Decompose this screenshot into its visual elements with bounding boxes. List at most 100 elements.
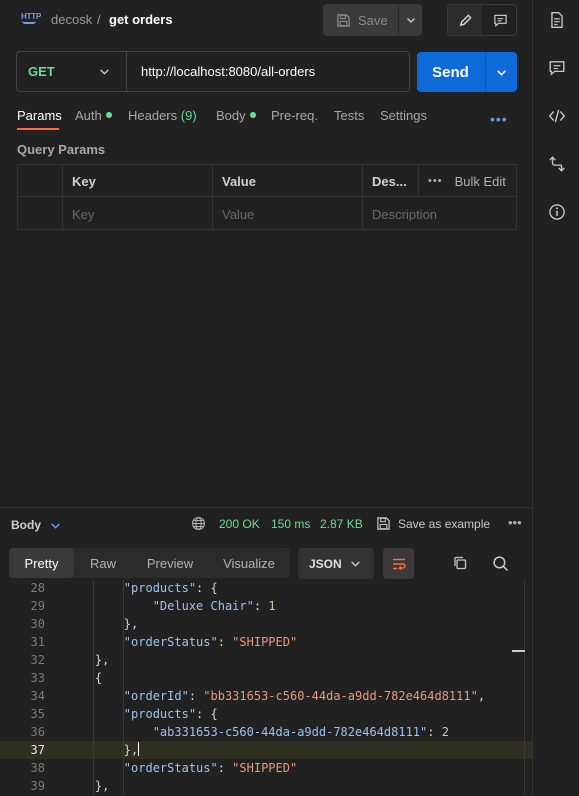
query-params-title: Query Params — [17, 142, 106, 157]
view-tab-pretty[interactable]: Pretty — [9, 548, 74, 578]
code-line[interactable]: 33 { — [0, 669, 532, 687]
save-disk-icon — [377, 517, 390, 530]
request-tabs: Params Auth Headers (9) Body Pre-req. Te… — [0, 104, 532, 130]
code-line-text: "Deluxe Chair": 1 — [152, 599, 276, 613]
code-line[interactable]: 34 "orderId": "bb331653-c560-44da-a9dd-7… — [0, 687, 532, 705]
response-size[interactable]: 2.87 KB — [320, 517, 363, 531]
code-line[interactable]: 38 "orderStatus": "SHIPPED" — [0, 759, 532, 777]
code-line-text: "products": { — [123, 581, 218, 595]
tab-auth-label: Auth — [75, 108, 102, 123]
line-number: 37 — [30, 743, 45, 757]
row-checkbox-cell — [18, 198, 62, 230]
response-body-label[interactable]: Body — [11, 518, 41, 532]
view-tab-visualize[interactable]: Visualize — [212, 548, 286, 578]
param-key-input[interactable]: Key — [62, 198, 212, 230]
code-line[interactable]: 31 "orderStatus": "SHIPPED" — [0, 633, 532, 651]
chevron-down-icon[interactable] — [50, 520, 61, 531]
url-bar: GET — [16, 51, 410, 92]
code-line[interactable]: 36 "ab331653-c560-44da-a9dd-782e464d8111… — [0, 723, 532, 741]
bulk-edit-button[interactable]: ••• Bulk Edit — [418, 165, 516, 197]
format-label: JSON — [309, 556, 342, 571]
column-header-description: Des... — [362, 165, 418, 197]
send-options-button[interactable] — [485, 52, 517, 92]
view-tab-raw[interactable]: Raw — [77, 548, 129, 578]
code-line-text: "products": { — [123, 707, 218, 721]
globe-icon[interactable] — [191, 516, 206, 531]
url-input[interactable] — [141, 52, 401, 91]
breadcrumb-workspace[interactable]: decosk — [51, 12, 92, 27]
documentation-icon[interactable] — [548, 11, 566, 29]
bulk-edit-label: Bulk Edit — [454, 173, 506, 189]
save-as-example-button[interactable]: Save as example — [398, 517, 490, 531]
tab-body[interactable]: Body — [216, 108, 256, 123]
related-collections-icon[interactable] — [548, 155, 566, 173]
more-options-icon[interactable]: ••• — [508, 515, 522, 530]
save-button-group: Save — [323, 4, 422, 36]
code-line[interactable]: 30 }, — [0, 615, 532, 633]
code-line-text: }, — [66, 617, 139, 631]
send-button-group: Send — [417, 52, 517, 92]
comment-icon — [493, 14, 507, 27]
comments-button[interactable] — [483, 5, 517, 35]
tab-pre-request[interactable]: Pre-req. — [271, 108, 318, 123]
code-line[interactable]: 32 }, — [0, 651, 532, 669]
tab-tests[interactable]: Tests — [334, 108, 364, 123]
response-divider[interactable] — [0, 507, 532, 508]
chevron-down-icon — [406, 18, 415, 23]
indent-guide — [93, 580, 94, 796]
auth-status-dot — [105, 112, 112, 118]
status-code[interactable]: 200 OK — [219, 517, 260, 531]
right-sidebar — [532, 0, 579, 796]
scrollbar-track[interactable] — [524, 580, 525, 796]
breadcrumb-separator: / — [97, 12, 101, 27]
response-body-viewer[interactable]: 28 "products": {29 "Deluxe Chair": 1 30 }… — [0, 580, 532, 796]
code-line-text: }, — [66, 779, 110, 793]
scrollbar-marker[interactable] — [512, 650, 525, 652]
tab-headers[interactable]: Headers (9) — [128, 108, 197, 123]
checkbox-column-header — [18, 165, 62, 197]
method-select[interactable]: GET — [17, 52, 127, 91]
param-description-input[interactable]: Description — [362, 198, 516, 230]
more-icon[interactable]: ••• — [428, 175, 443, 187]
copy-icon[interactable] — [452, 555, 468, 571]
save-options-button[interactable] — [398, 4, 422, 36]
tab-params[interactable]: Params — [17, 108, 62, 123]
code-icon[interactable] — [548, 107, 566, 125]
response-time[interactable]: 150 ms — [271, 517, 310, 531]
request-header: HTTP decosk / get orders Save — [0, 0, 532, 40]
code-line[interactable]: 35 "products": { — [0, 705, 532, 723]
line-number: 33 — [30, 671, 45, 685]
code-line[interactable]: 29 "Deluxe Chair": 1 — [0, 597, 532, 615]
tab-settings[interactable]: Settings — [380, 108, 427, 123]
send-button[interactable]: Send — [417, 52, 484, 92]
edit-button[interactable] — [448, 5, 482, 35]
save-button[interactable]: Save — [323, 4, 397, 36]
comment-icon[interactable] — [548, 59, 566, 77]
tab-auth[interactable]: Auth — [75, 108, 112, 123]
code-line[interactable]: 37 }, — [0, 741, 532, 759]
wrap-icon — [392, 558, 406, 570]
active-tab-indicator — [17, 128, 59, 130]
format-select[interactable]: JSON — [298, 548, 374, 579]
column-header-key: Key — [62, 165, 212, 197]
more-options-icon[interactable]: ••• — [490, 111, 508, 127]
line-number: 39 — [30, 779, 45, 793]
tab-body-label: Body — [216, 108, 246, 123]
method-label: GET — [28, 64, 55, 79]
view-tab-preview[interactable]: Preview — [135, 548, 205, 578]
param-value-input[interactable]: Value — [212, 198, 362, 230]
tab-headers-label: Headers — [128, 108, 178, 123]
code-line[interactable]: 39 }, — [0, 777, 532, 795]
column-header-value: Value — [212, 165, 362, 197]
code-line[interactable]: 28 "products": { — [0, 580, 532, 597]
response-view-tabs: Pretty Raw Preview Visualize — [9, 548, 290, 578]
line-number: 38 — [30, 761, 45, 775]
info-icon[interactable] — [548, 203, 566, 221]
search-icon[interactable] — [492, 555, 509, 572]
request-title[interactable]: get orders — [109, 12, 173, 27]
response-bar: Body 200 OK 150 ms 2.87 KB Save as examp… — [0, 512, 532, 536]
wrap-lines-button[interactable] — [383, 548, 414, 579]
table-row: Key Value Description — [18, 198, 516, 230]
headers-count: (9) — [180, 108, 197, 123]
line-number: 30 — [30, 617, 45, 631]
